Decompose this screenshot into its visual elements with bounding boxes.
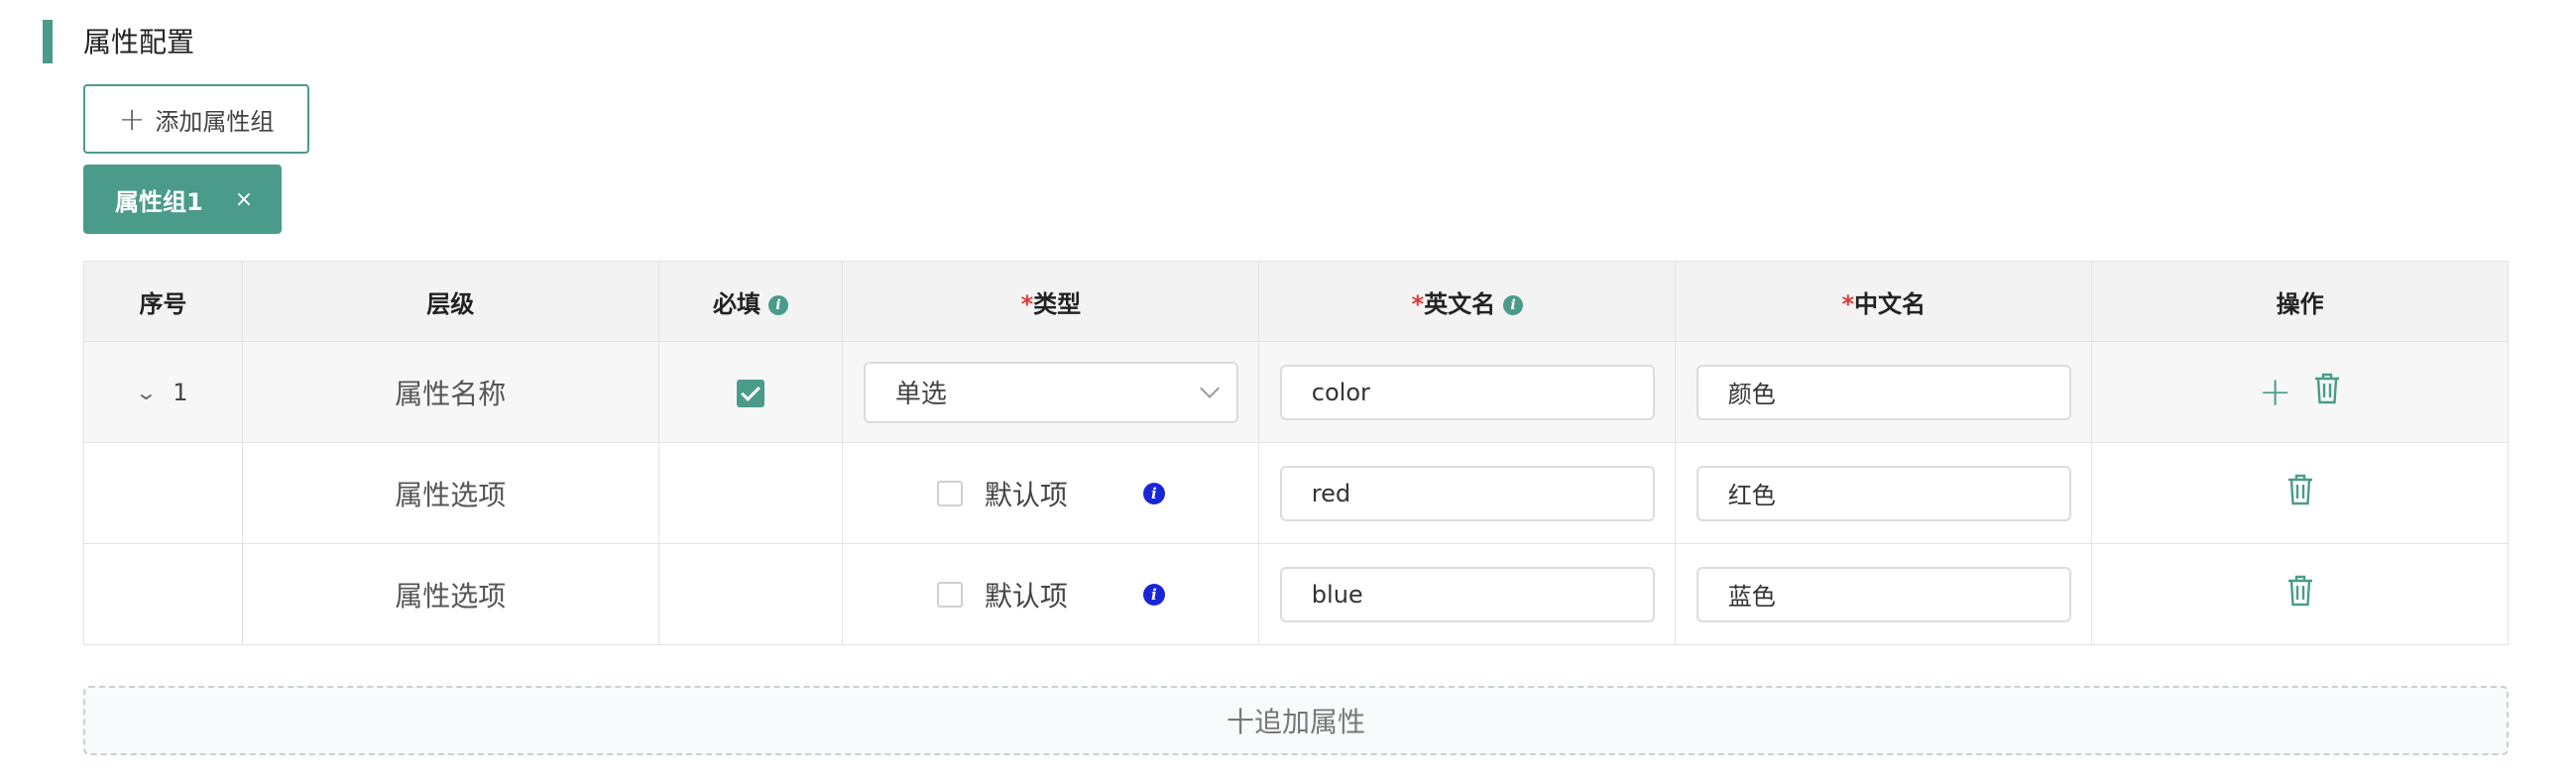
en-name-input[interactable]: color: [1279, 364, 1655, 420]
cn-name-cell: 红色: [1675, 442, 2093, 544]
table-row: 属性选项 默认项 i red 红色: [83, 442, 2509, 544]
header-seq: 序号: [83, 261, 243, 342]
header-type-label: 类型: [1033, 289, 1082, 318]
header-en-name: *英文名 i: [1258, 261, 1677, 342]
default-checkbox[interactable]: [936, 581, 963, 608]
type-cell: 单选: [842, 341, 1260, 443]
required-asterisk: *: [1411, 289, 1425, 318]
trash-icon[interactable]: [2286, 474, 2314, 512]
section-title: 属性配置: [83, 26, 195, 58]
header-ops-label: 操作: [2276, 289, 2324, 318]
table-row: ⌄ 1 属性名称 单选 color 颜色 +: [83, 341, 2509, 443]
en-name-input[interactable]: red: [1279, 465, 1655, 521]
row-seq: 1: [173, 378, 188, 406]
attribute-group-tab[interactable]: 属性组1 ×: [83, 165, 282, 234]
en-name-cell: red: [1258, 442, 1677, 544]
add-attribute-label: 十追加属性: [1226, 706, 1365, 738]
add-attribute-group-button[interactable]: + 添加属性组: [83, 84, 309, 154]
en-name-cell: blue: [1258, 543, 1677, 645]
type-select[interactable]: 单选: [863, 361, 1238, 423]
seq-cell: [83, 543, 243, 645]
required-asterisk: *: [1020, 289, 1034, 318]
seq-cell: ⌄ 1: [83, 341, 243, 443]
add-option-button[interactable]: +: [2259, 373, 2292, 412]
required-cell: [657, 543, 844, 645]
row-level: 属性选项: [395, 579, 507, 613]
info-icon[interactable]: i: [1142, 583, 1165, 606]
cn-name-cell: 蓝色: [1675, 543, 2093, 645]
header-ops: 操作: [2091, 261, 2509, 342]
required-checkbox[interactable]: [736, 380, 764, 407]
default-label: 默认项: [984, 579, 1068, 613]
close-icon[interactable]: ×: [235, 187, 253, 212]
row-level: 属性选项: [395, 478, 507, 511]
type-cell: 默认项 i: [842, 442, 1260, 544]
header-cn-name-label: 中文名: [1854, 289, 1927, 318]
header-en-name-label: 英文名: [1424, 289, 1496, 318]
required-cell: [657, 442, 844, 544]
cn-name-input[interactable]: 蓝色: [1696, 566, 2071, 622]
header-level: 层级: [241, 261, 659, 342]
trash-icon[interactable]: [2286, 575, 2314, 614]
cn-name-input[interactable]: 红色: [1696, 465, 2071, 521]
table-row: 属性选项 默认项 i blue 蓝色: [83, 543, 2509, 645]
header-level-label: 层级: [426, 289, 475, 318]
row-level: 属性名称: [395, 377, 507, 410]
en-name-input[interactable]: blue: [1279, 566, 1655, 622]
header-required-label: 必填: [712, 289, 761, 318]
required-asterisk: *: [1841, 289, 1855, 318]
plus-icon: +: [118, 100, 146, 138]
en-name-cell: color: [1258, 341, 1677, 443]
cn-name-input[interactable]: 颜色: [1696, 364, 2071, 420]
add-attribute-group-label: 添加属性组: [155, 107, 275, 136]
required-cell: [657, 341, 844, 443]
add-attribute-button[interactable]: 十追加属性: [83, 686, 2509, 755]
header-type: *类型: [842, 261, 1260, 342]
chevron-down-icon[interactable]: ⌄: [135, 381, 158, 404]
default-checkbox[interactable]: [936, 480, 963, 506]
level-cell: 属性选项: [241, 442, 659, 544]
info-icon[interactable]: i: [1142, 482, 1165, 504]
ops-cell: +: [2091, 341, 2509, 443]
attribute-table: 序号 层级 必填 i *类型 *英文名 i *中文名 操作 ⌄ 1 属性名称 单选: [83, 261, 2509, 645]
level-cell: 属性名称: [241, 341, 659, 443]
header-required: 必填 i: [657, 261, 844, 342]
info-icon[interactable]: i: [767, 294, 788, 315]
type-cell: 默认项 i: [842, 543, 1260, 645]
chevron-down-icon: [1199, 378, 1220, 398]
type-select-value: 单选: [894, 380, 947, 409]
attribute-group-tab-label: 属性组1: [115, 187, 203, 216]
cn-name-cell: 颜色: [1675, 341, 2093, 443]
ops-cell: [2091, 442, 2509, 544]
section-accent-bar: [43, 20, 53, 63]
header-cn-name: *中文名: [1675, 261, 2093, 342]
level-cell: 属性选项: [241, 543, 659, 645]
trash-icon[interactable]: [2313, 373, 2341, 411]
default-label: 默认项: [984, 478, 1068, 511]
header-seq-label: 序号: [139, 289, 187, 318]
table-header-row: 序号 层级 必填 i *类型 *英文名 i *中文名 操作: [83, 261, 2509, 342]
ops-cell: [2091, 543, 2509, 645]
seq-cell: [83, 442, 243, 544]
info-icon[interactable]: i: [1503, 294, 1524, 315]
